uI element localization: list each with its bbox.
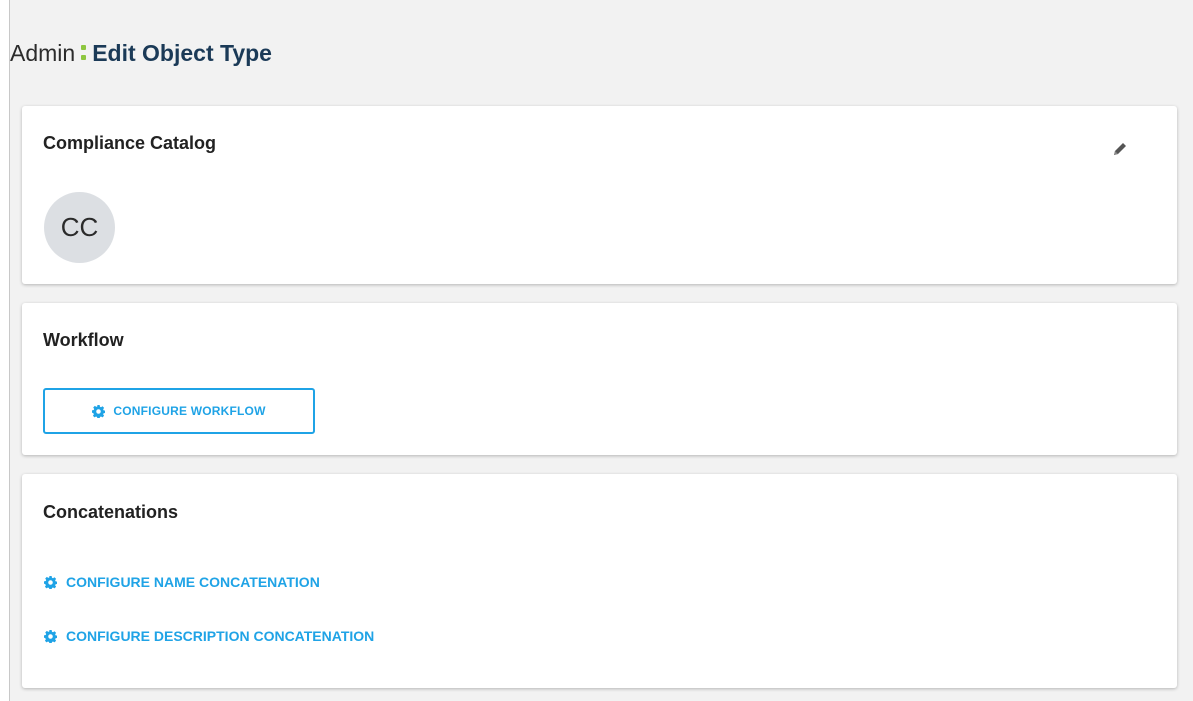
breadcrumb-root[interactable]: Admin: [10, 40, 75, 67]
object-type-name: Compliance Catalog: [43, 133, 217, 153]
main-content: Admin Edit Object Type Compliance Catalo…: [9, 0, 1193, 701]
gear-icon: [44, 629, 57, 643]
concatenations-card: Concatenations CONFIGURE NAME CONCATENAT…: [22, 474, 1177, 688]
configure-name-concatenation-link[interactable]: CONFIGURE NAME CONCATENATION: [44, 574, 320, 590]
object-type-card: Compliance Catalog CC: [22, 106, 1177, 284]
configure-description-concatenation-link[interactable]: CONFIGURE DESCRIPTION CONCATENATION: [44, 628, 374, 644]
concatenations-title: Concatenations: [43, 502, 179, 522]
configure-workflow-label: CONFIGURE WORKFLOW: [113, 404, 266, 418]
avatar: CC: [44, 192, 115, 263]
configure-description-concatenation-label: CONFIGURE DESCRIPTION CONCATENATION: [66, 628, 375, 644]
breadcrumb-current: Edit Object Type: [92, 40, 272, 66]
breadcrumb-separator: [78, 41, 90, 61]
pencil-icon[interactable]: [1111, 140, 1129, 158]
configure-name-concatenation-label: CONFIGURE NAME CONCATENATION: [66, 574, 320, 590]
workflow-card: Workflow CONFIGURE WORKFLOW: [22, 303, 1177, 455]
configure-workflow-button[interactable]: CONFIGURE WORKFLOW: [43, 388, 315, 434]
page-title: Admin Edit Object Type: [10, 40, 272, 67]
gear-icon: [92, 404, 106, 418]
workflow-title: Workflow: [43, 330, 124, 350]
gear-icon: [44, 575, 57, 589]
